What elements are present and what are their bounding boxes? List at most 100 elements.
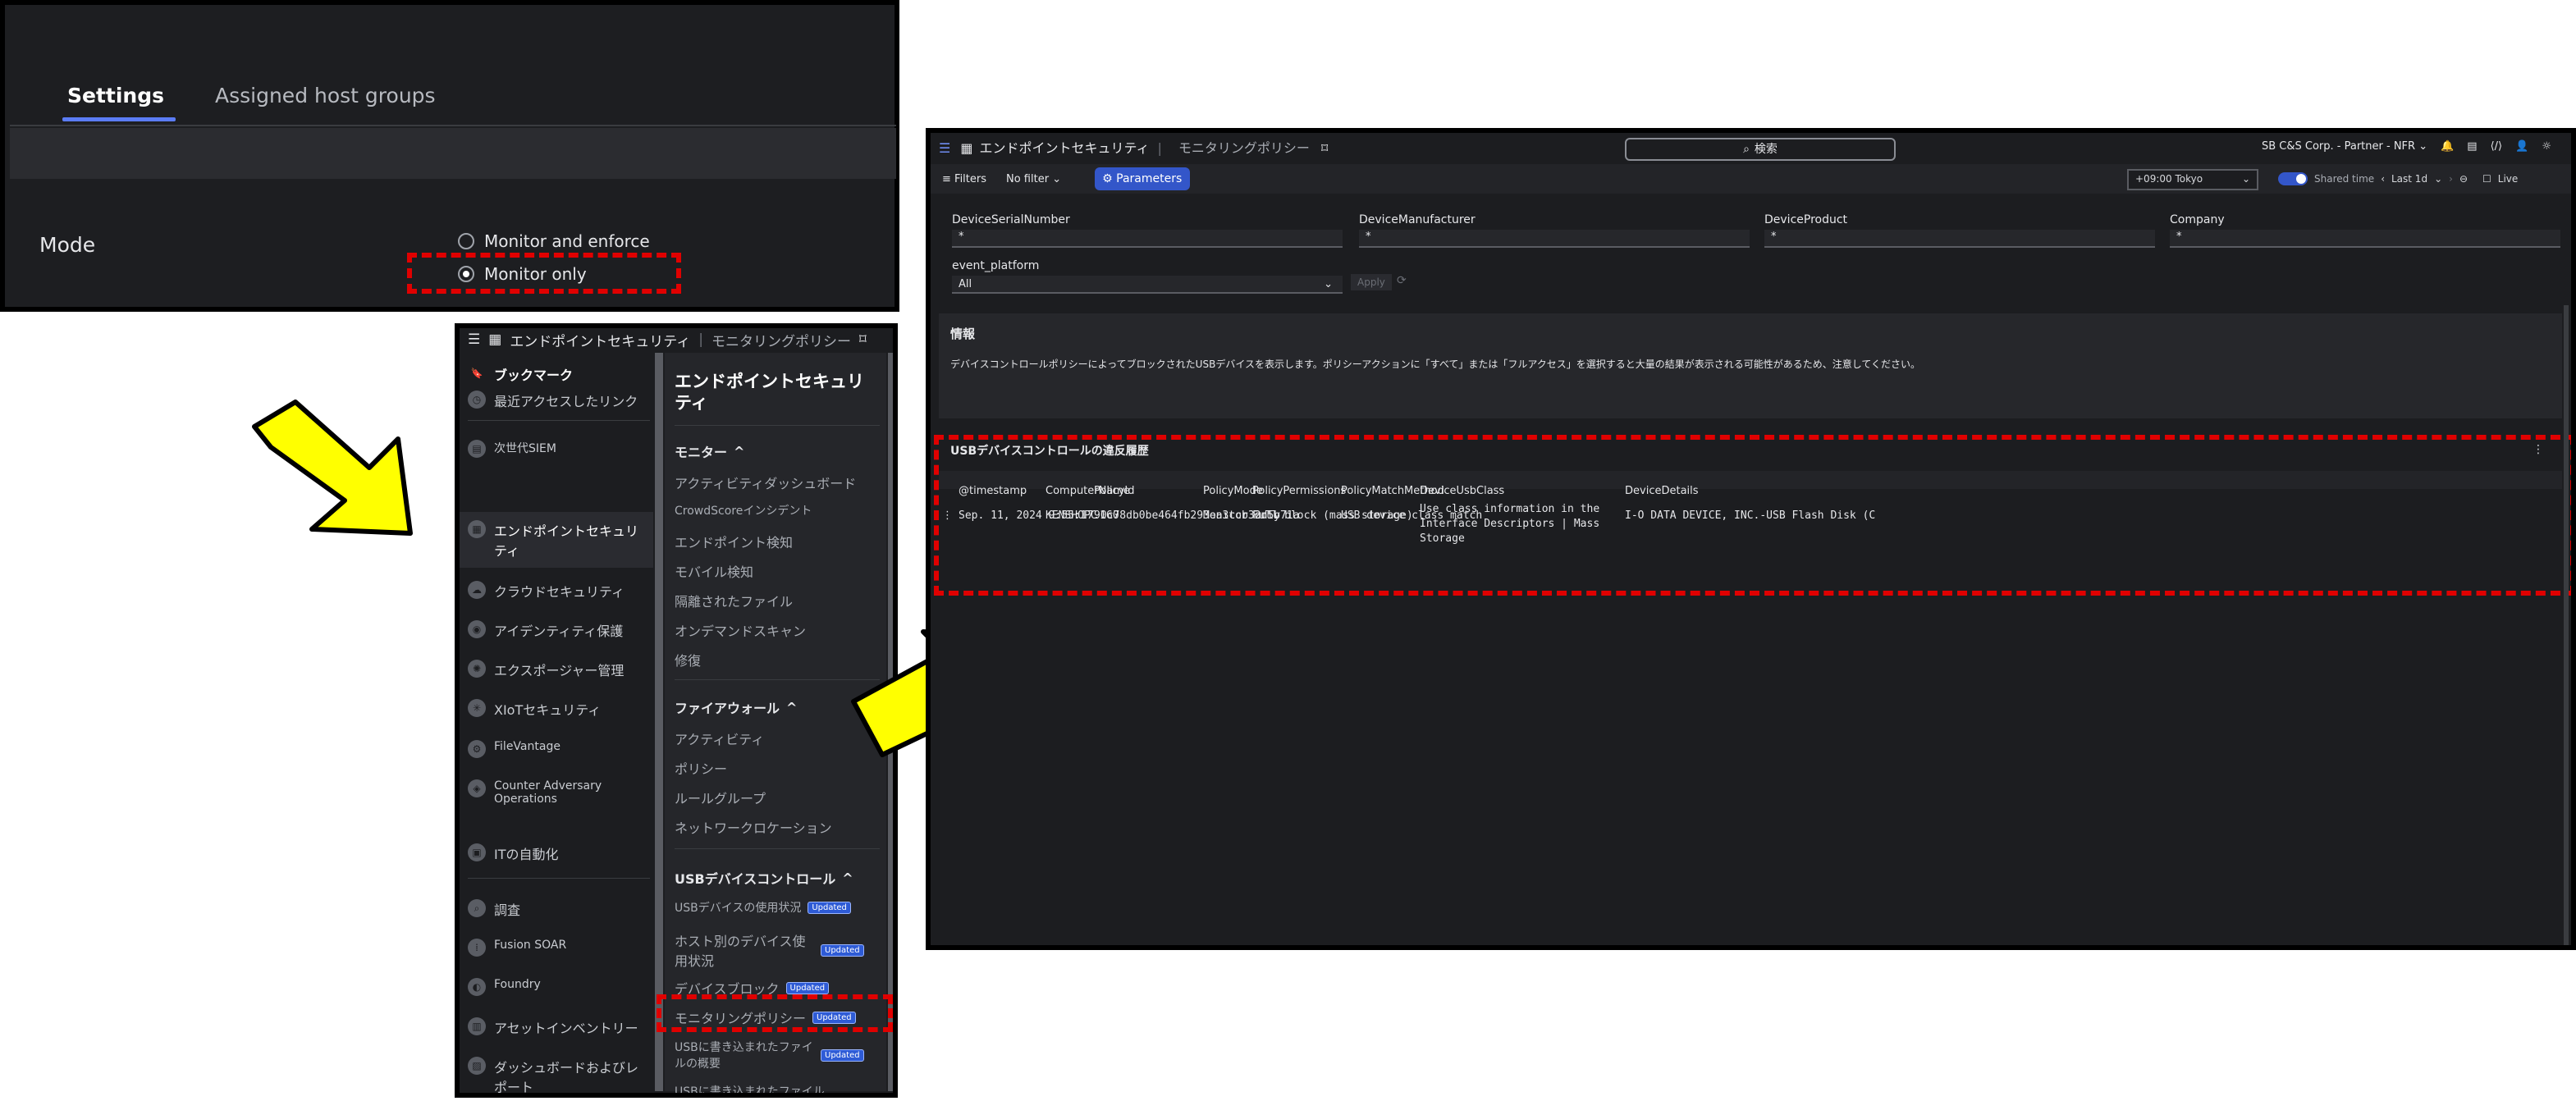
tab-assigned-host-groups[interactable]: Assigned host groups [215,84,436,107]
event-platform-select[interactable]: All ⌄ [952,276,1343,294]
nav-item-identity[interactable]: ◉ アイデンティティ保護 [468,620,648,640]
toggle-switch[interactable] [2278,172,2308,185]
investigate-icon: ⌕ [468,899,486,917]
hamburger-icon[interactable]: ☰ [939,140,950,155]
search-box[interactable]: ⌕ 検索 [1625,138,1896,161]
nav-label: Fusion SOAR [494,939,567,952]
refresh-icon[interactable]: ⟳ [1397,274,1407,287]
user-icon[interactable]: 👤 [2515,139,2528,153]
code-icon[interactable]: ⟨/⟩ [2491,139,2503,153]
nav-item-endpoint[interactable]: ▦ エンドポイントセキュリティ [468,520,648,560]
nav-item-bookmarks[interactable]: 🔖 ブックマーク [468,364,648,384]
nav-item-investigate[interactable]: ⌕ 調査 [468,899,648,919]
nav-header-title: エンドポイントセキュリティ [510,333,691,350]
clock-icon: ◷ [468,391,486,409]
app-icon: ▦ [488,331,502,348]
xiot-icon: ✳ [468,699,486,717]
option-label: Monitor and enforce [484,231,650,251]
section-monitor[interactable]: モニター ^ [675,441,744,461]
menu-item[interactable]: 隔離されたファイル [675,591,793,610]
sun-icon[interactable]: ☼ [2542,139,2551,153]
nav-item-siem[interactable]: ▤ 次世代SIEM [468,440,648,458]
tab-settings[interactable]: Settings [67,84,164,107]
param-input[interactable]: * [1764,230,2155,248]
menu-item[interactable]: ネットワークロケーション [675,817,832,837]
section-usb[interactable]: USBデバイスコントロール ^ [675,868,853,888]
range-value[interactable]: Last 1d [2391,173,2427,185]
menu-item[interactable]: アクティビティ [675,729,764,748]
param-label: event_platform [952,259,1040,272]
parameters-button[interactable]: ⚙ Parameters [1094,167,1191,190]
param-input[interactable]: * [2170,230,2560,248]
exposure-icon: ✺ [468,660,486,678]
page-subtitle: モニタリングポリシー [1178,140,1310,155]
account-menu[interactable]: SB C&S Corp. - Partner - NFR ⌄ [2262,139,2427,153]
section-label: モニター [675,445,728,460]
menu-item[interactable]: オンデマンドスキャン [675,620,806,640]
hamburger-icon[interactable]: ☰ [468,331,480,348]
layers-icon[interactable]: ▤ [2467,139,2477,153]
nav-item-filevantage[interactable]: ⚙ FileVantage [468,740,648,758]
page-title: エンドポイントセキュリティ [979,140,1150,155]
nav-panel: ☰ ▦ エンドポイントセキュリティ | モニタリングポリシー ⌑ 🔖 ブックマーク… [455,323,898,1098]
radio-icon[interactable] [458,233,474,249]
param-input[interactable]: * [1359,230,1750,248]
nav-item-foundry[interactable]: ◐ Foundry [468,978,648,996]
nav-label: 次世代SIEM [494,442,556,455]
main-scrollbar[interactable] [2564,305,2569,945]
filters-label: Filters [954,172,986,185]
nav-label: クラウドセキュリティ [494,584,625,600]
nav-divider [675,425,880,426]
menu-item[interactable]: ルールグループ [675,788,766,807]
nav-item-xiot[interactable]: ✳ XIoTセキュリティ [468,699,648,719]
nav-item-asset[interactable]: ▥ アセットインベントリー [468,1017,648,1037]
chevron-right-icon[interactable]: › [2449,173,2453,185]
menu-item[interactable]: 修復 [675,650,701,669]
menu-label: USBに書き込まれたファイルの概要 [675,1041,813,1071]
nav-label: 調査 [494,902,521,918]
shared-time-toggle[interactable]: Shared time ‹ Last 1d ⌄ › ⊖ ☐ Live [2278,172,2518,185]
nav-item-dashboard[interactable]: ▨ ダッシュボードおよびレポート [468,1057,648,1095]
parameters-label: Parameters [1116,172,1183,185]
nav-label: ダッシュボードおよびレポート [494,1060,639,1095]
menu-item[interactable]: ホスト別のデバイス使用状況 Updated [675,930,872,970]
section-firewall[interactable]: ファイアウォール ^ [675,697,797,717]
nav-item-exposure[interactable]: ✺ エクスポージャー管理 [468,660,648,679]
nav-label: 最近アクセスしたリンク [494,394,638,409]
live-checkbox-icon[interactable]: ☐ [2482,173,2491,185]
no-filter-dropdown[interactable]: No filter ⌄ [1006,172,1061,185]
chevron-up-icon: ^ [786,699,798,715]
bell-icon[interactable]: 🔔 [2441,139,2454,153]
nav-divider [468,878,650,879]
radio-monitor-and-enforce[interactable]: Monitor and enforce [458,231,650,251]
nav-item-cloud[interactable]: ☁ クラウドセキュリティ [468,581,648,601]
bookmark-icon[interactable]: ⌑ [1321,140,1328,155]
toolbar: ≡ Filters No filter ⌄ ⚙ Parameters +09:0… [931,164,2571,194]
menu-item[interactable]: USBに書き込まれたファイル [675,1083,825,1093]
menu-item[interactable]: エンドポイント検知 [675,532,793,551]
main-window-content: ☰ ▦ エンドポイントセキュリティ | モニタリングポリシー ⌑ ⌕ 検索 SB … [931,133,2571,945]
section-label: ファイアウォール [675,701,780,716]
zoom-out-icon[interactable]: ⊖ [2459,173,2468,185]
menu-item[interactable]: USBに書き込まれたファイルの概要 Updated [675,1039,872,1071]
nav-item-counter-adversary[interactable]: ◈ Counter Adversary Operations [468,779,648,806]
bookmark-icon[interactable]: ⌑ [859,331,867,348]
nav-item-fusion-soar[interactable]: ⁞ Fusion SOAR [468,939,648,957]
menu-item[interactable]: USBデバイスの使用状況 Updated [675,899,851,916]
param-input[interactable]: * [952,230,1343,248]
filters-button[interactable]: ≡ Filters [942,172,986,185]
section-band [10,128,896,179]
nav-item-recent[interactable]: ◷ 最近アクセスしたリンク [468,391,648,410]
apply-button[interactable]: Apply [1351,274,1392,290]
event-platform-value: All [959,277,972,290]
menu-item[interactable]: モバイル検知 [675,561,753,581]
menu-item[interactable]: ポリシー [675,758,727,778]
chevron-left-icon[interactable]: ‹ [2381,173,2385,185]
header-divider: | [698,331,704,348]
left-scrollbar[interactable] [655,353,663,1091]
menu-item[interactable]: アクティビティダッシュボード [675,473,856,492]
menu-item[interactable]: CrowdScoreインシデント [675,502,812,519]
timezone-select[interactable]: +09:00 Tokyo ⌄ [2127,168,2258,190]
nav-item-it-automation[interactable]: ▣ ITの自動化 [468,843,648,863]
foundry-icon: ◐ [468,978,486,996]
